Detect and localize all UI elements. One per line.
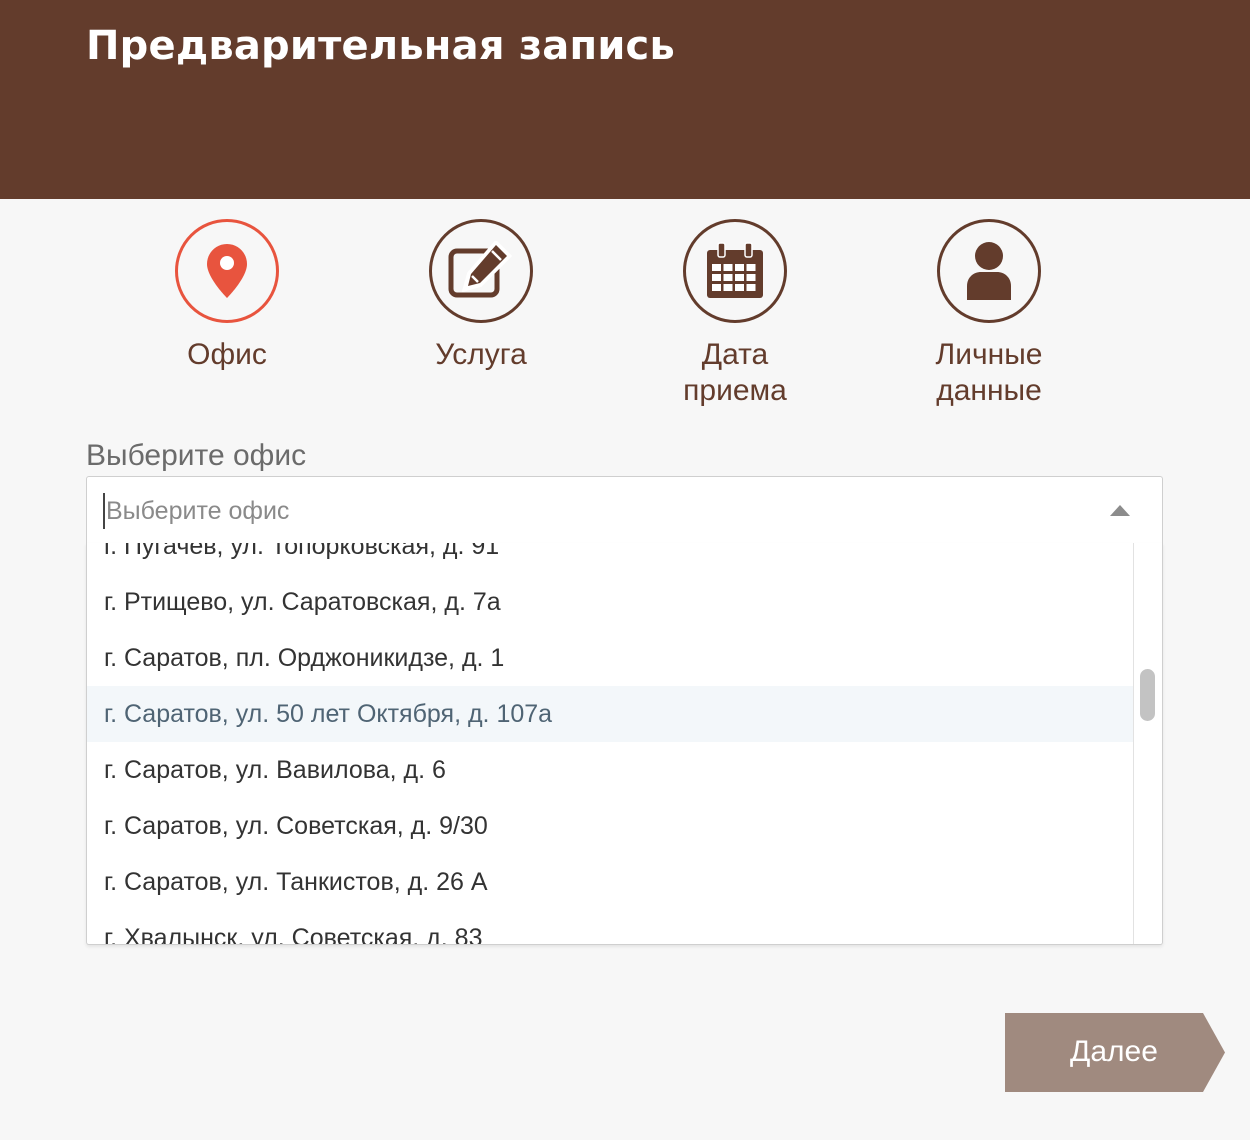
dropdown-option[interactable]: г. Саратов, ул. Советская, д. 9/30 (87, 798, 1134, 854)
page-header: Предварительная запись (0, 0, 1250, 199)
next-button-label: Далее (1070, 1035, 1158, 1068)
step-office-label: Офис (187, 338, 267, 371)
step-personal-circle (937, 219, 1041, 323)
step-personal-label: Личные данные (935, 338, 1043, 407)
office-dropdown: г. Пугачев, ул. Топорковская, д. 91 г. Р… (86, 543, 1163, 945)
office-search-input[interactable] (103, 493, 1086, 529)
office-select[interactable] (86, 476, 1163, 544)
dropdown-option[interactable]: г. Саратов, пл. Орджоникидзе, д. 1 (87, 630, 1134, 686)
office-field-label: Выберите офис (86, 439, 307, 472)
step-date-circle (683, 219, 787, 323)
step-personal[interactable]: Личные данные (909, 219, 1069, 409)
dropdown-option[interactable]: г. Саратов, ул. Вавилова, д. 6 (87, 742, 1134, 798)
dropdown-option[interactable]: г. Пугачев, ул. Топорковская, д. 91 (87, 543, 1134, 574)
calendar-icon (707, 242, 763, 298)
dropdown-option[interactable]: г. Саратов, ул. Танкистов, д. 26 А (87, 854, 1134, 910)
user-icon (967, 242, 1011, 300)
step-office-circle (175, 219, 279, 323)
caret-up-icon[interactable] (1110, 505, 1130, 516)
next-button[interactable]: Далее (1005, 1013, 1225, 1092)
dropdown-scrollbar[interactable] (1133, 543, 1162, 944)
page-title: Предварительная запись (86, 23, 675, 69)
scrollbar-thumb[interactable] (1140, 669, 1155, 721)
step-service-circle (429, 219, 533, 323)
step-service[interactable]: Услуга (401, 219, 561, 373)
office-options-list: г. Пугачев, ул. Топорковская, д. 91 г. Р… (87, 543, 1134, 944)
map-pin-icon (207, 244, 247, 298)
step-office[interactable]: Офис (147, 219, 307, 373)
step-service-label: Услуга (435, 338, 527, 371)
dropdown-option[interactable]: г. Хвалынск, ул. Советская, д. 83 (87, 910, 1134, 944)
dropdown-option[interactable]: г. Ртищево, ул. Саратовская, д. 7а (87, 574, 1134, 630)
dropdown-option-highlighted[interactable]: г. Саратов, ул. 50 лет Октября, д. 107а (87, 686, 1134, 742)
step-date[interactable]: Дата приема (655, 219, 815, 409)
step-date-label: Дата приема (683, 338, 787, 407)
edit-icon (448, 241, 513, 298)
